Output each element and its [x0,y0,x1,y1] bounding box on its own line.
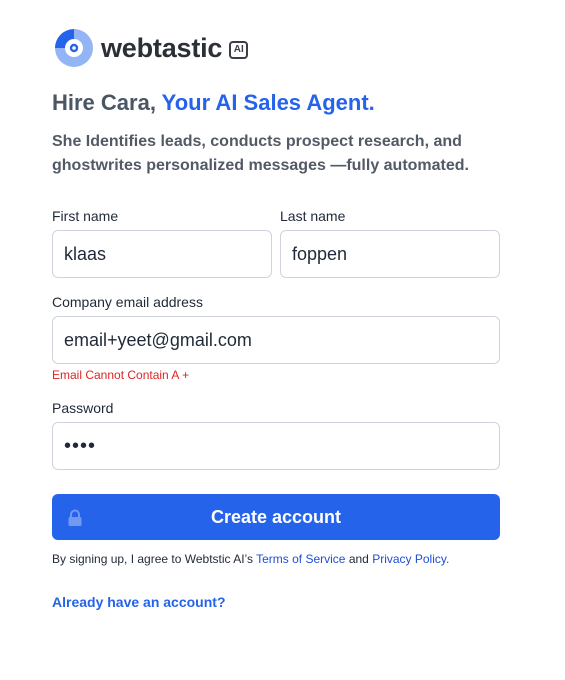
terms-prefix: By signing up, I agree to Webtstic AI’s [52,552,257,566]
password-field[interactable] [52,422,500,470]
email-error-message: Email Cannot Contain A + [52,368,190,382]
first-name-label: First name [52,208,119,224]
create-account-label: Create account [210,507,342,527]
webtastic-logo-icon [55,29,93,67]
brand-logo: webtastic AI [53,27,249,69]
signup-page: webtastic AI Hire Cara, Your AI Sales Ag… [0,0,565,680]
first-name-field[interactable] [52,230,272,278]
brand-name: webtastic [101,32,223,63]
last-name-label: Last name [280,208,346,224]
create-account-button[interactable]: Create account [52,494,500,540]
email-label: Company email address [52,294,203,310]
headline-prefix: Hire Cara, [52,90,162,115]
page-subtitle: She Identifies leads, conducts prospect … [52,133,469,174]
headline-accent: Your AI Sales Agent. [161,90,375,115]
terms-joiner: and [345,552,373,566]
password-label: Password [52,400,114,416]
terms-notice: By signing up, I agree to Webtstic AI’s … [52,552,449,566]
terms-of-service-link[interactable]: Terms of Service [256,552,345,566]
lock-icon [68,509,82,526]
ai-badge: AI [229,40,249,59]
email-field[interactable] [52,316,500,364]
already-have-account-link[interactable]: Already have an account? [52,594,226,610]
page-title: Hire Cara, Your AI Sales Agent. [52,90,375,116]
last-name-field[interactable] [280,230,500,278]
privacy-policy-link[interactable]: Privacy Policy. [372,552,449,566]
